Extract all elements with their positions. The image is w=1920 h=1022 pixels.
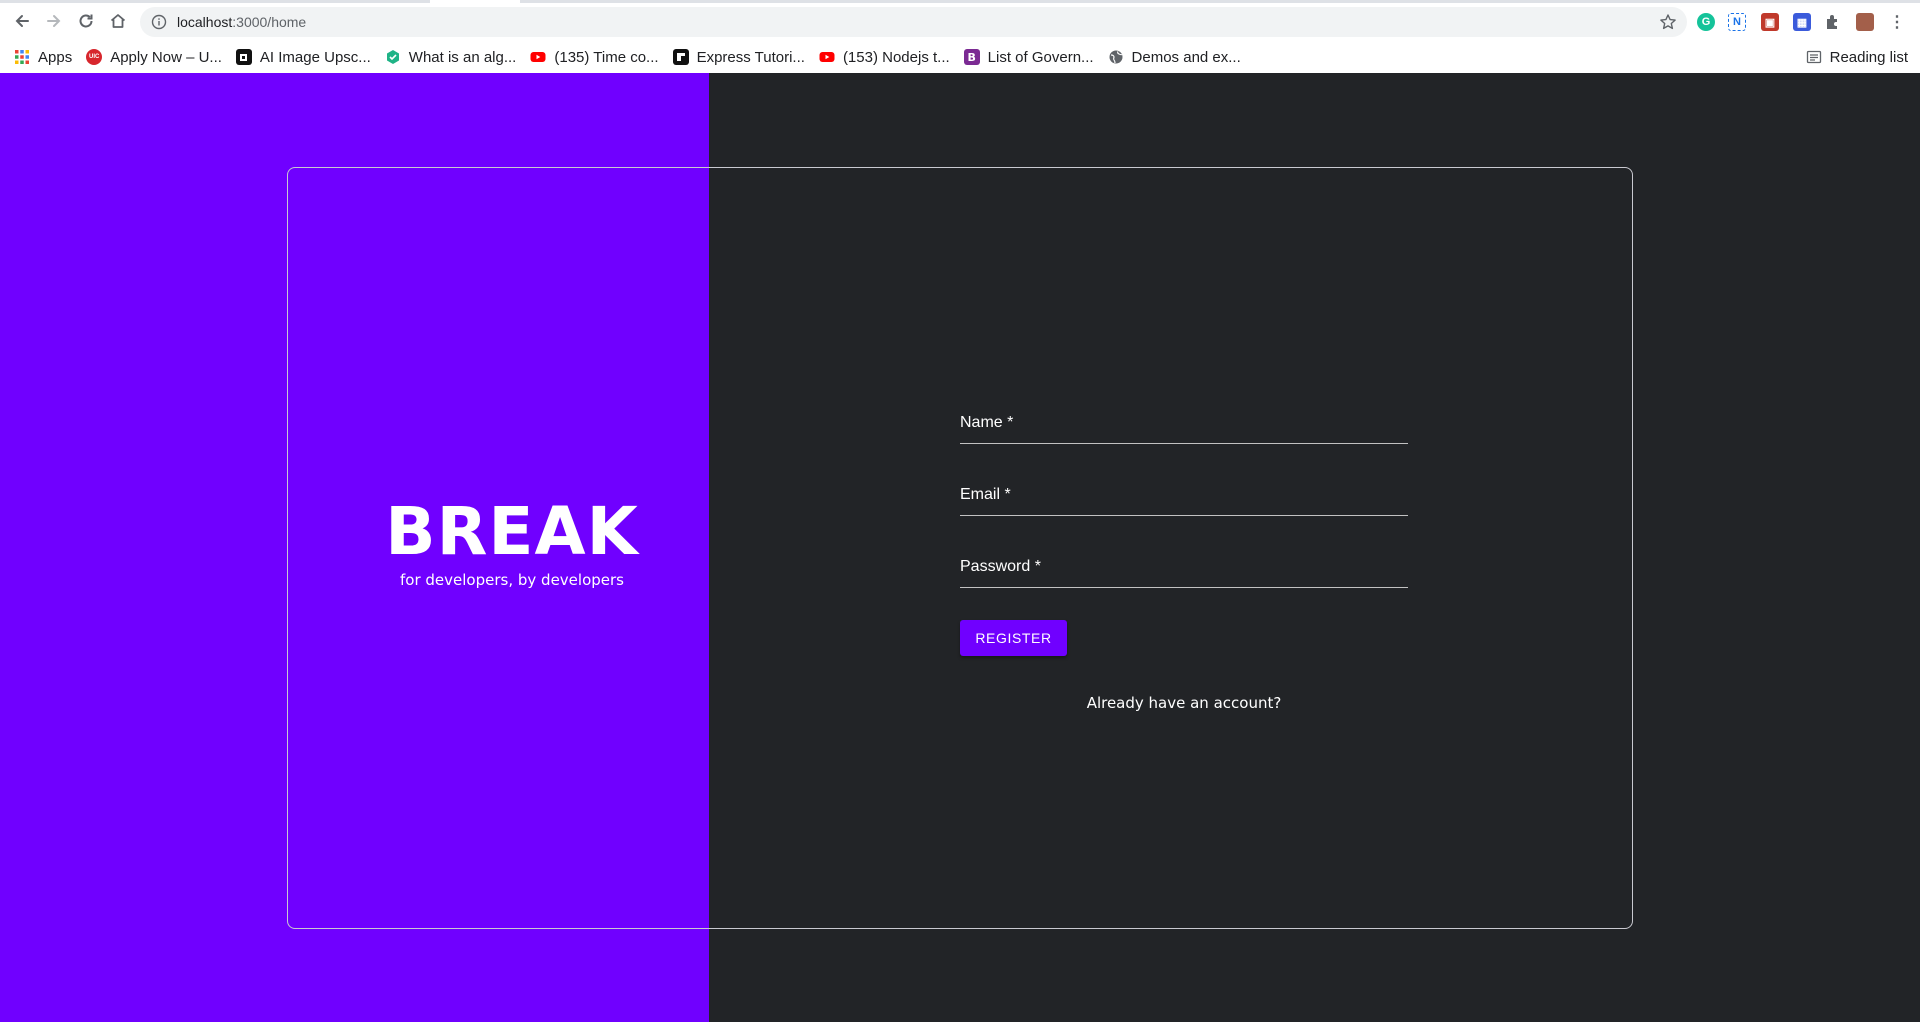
bookmark-star-icon[interactable] (1659, 13, 1677, 31)
blue-extension-icon[interactable]: ▦ (1793, 13, 1811, 31)
bookmark-apps[interactable]: Apps (8, 43, 78, 71)
bookmark-label: (135) Time co... (554, 48, 659, 66)
email-field[interactable]: Email * (960, 478, 1408, 516)
reload-button[interactable] (70, 5, 102, 37)
bootstrap-icon: B (963, 49, 980, 65)
red-extension-icon[interactable]: ▣ (1761, 13, 1779, 31)
globe-icon (1109, 50, 1123, 64)
youtube-icon (819, 52, 835, 62)
bookmark-express-tutorial[interactable]: Express Tutori... (667, 43, 811, 71)
browser-chrome: localhost:3000/home G N ▣ ▦ ⋮ Apps UIC A… (0, 0, 1920, 73)
name-input[interactable] (960, 406, 1408, 443)
home-icon (110, 14, 126, 28)
youtube-icon (530, 52, 546, 62)
profile-avatar[interactable] (1856, 13, 1874, 31)
browser-toolbar: localhost:3000/home G N ▣ ▦ ⋮ (0, 3, 1920, 39)
password-field[interactable]: Password * (960, 550, 1408, 588)
forward-arrow-icon (47, 15, 61, 27)
forward-button[interactable] (38, 5, 70, 37)
bookmark-label: (153) Nodejs t... (842, 48, 950, 66)
notion-extension-icon[interactable]: N (1728, 13, 1746, 31)
back-arrow-icon (15, 15, 29, 27)
bookmark-label: Apply Now – U... (110, 48, 222, 66)
bookmark-label: What is an alg... (408, 48, 517, 66)
bookmark-demos-and-examples[interactable]: Demos and ex... (1102, 43, 1247, 71)
reload-icon (79, 14, 93, 28)
home-button[interactable] (102, 5, 134, 37)
url-host: localhost (177, 14, 233, 30)
bookmark-label: Apps (38, 48, 73, 66)
password-input[interactable] (960, 550, 1408, 587)
apps-grid-icon (15, 50, 29, 64)
bookmark-list-of-government[interactable]: B List of Govern... (958, 43, 1100, 71)
bookmark-label: Express Tutori... (696, 48, 805, 66)
upscale-icon (235, 49, 252, 65)
reading-list-icon (1806, 50, 1821, 64)
reading-list-label: Reading list (1829, 48, 1908, 66)
extensions-puzzle-icon[interactable] (1824, 13, 1842, 31)
brand-title: BREAK (385, 493, 639, 570)
address-bar[interactable]: localhost:3000/home (140, 7, 1687, 37)
bookmark-nodejs-tutorial[interactable]: (153) Nodejs t... (813, 43, 956, 71)
email-input[interactable] (960, 478, 1408, 515)
reading-list-button[interactable]: Reading list (1806, 43, 1908, 71)
login-link[interactable]: Already have an account? (960, 694, 1408, 712)
name-field[interactable]: Name * (960, 406, 1408, 444)
bookmark-label: AI Image Upsc... (259, 48, 371, 66)
brand-block: BREAK for developers, by developers (287, 494, 737, 590)
uic-icon: UIC (86, 49, 103, 65)
bookmarks-bar: Apps UIC Apply Now – U... AI Image Upsc.… (0, 41, 1920, 73)
page-viewport: BREAK for developers, by developers Name… (0, 73, 1920, 1022)
site-info-icon[interactable] (151, 14, 167, 30)
hex-icon (386, 50, 399, 64)
grammarly-extension-icon[interactable]: G (1697, 13, 1715, 31)
bookmark-time-complexity[interactable]: (135) Time co... (524, 43, 664, 71)
url-path: :3000/home (232, 14, 307, 30)
bookmark-apply-now[interactable]: UIC Apply Now – U... (80, 43, 228, 71)
menu-kebab-icon[interactable]: ⋮ (1888, 13, 1906, 31)
express-icon (672, 49, 689, 65)
bookmark-label: Demos and ex... (1131, 48, 1241, 66)
url-text: localhost:3000/home (177, 14, 306, 30)
bookmark-label: List of Govern... (987, 48, 1094, 66)
bookmark-ai-image-upscaler[interactable]: AI Image Upsc... (230, 43, 377, 71)
register-button[interactable]: REGISTER (960, 620, 1067, 656)
back-button[interactable] (6, 5, 38, 37)
brand-tagline: for developers, by developers (400, 571, 624, 589)
bookmark-what-is-an-algorithm[interactable]: What is an alg... (379, 43, 523, 71)
